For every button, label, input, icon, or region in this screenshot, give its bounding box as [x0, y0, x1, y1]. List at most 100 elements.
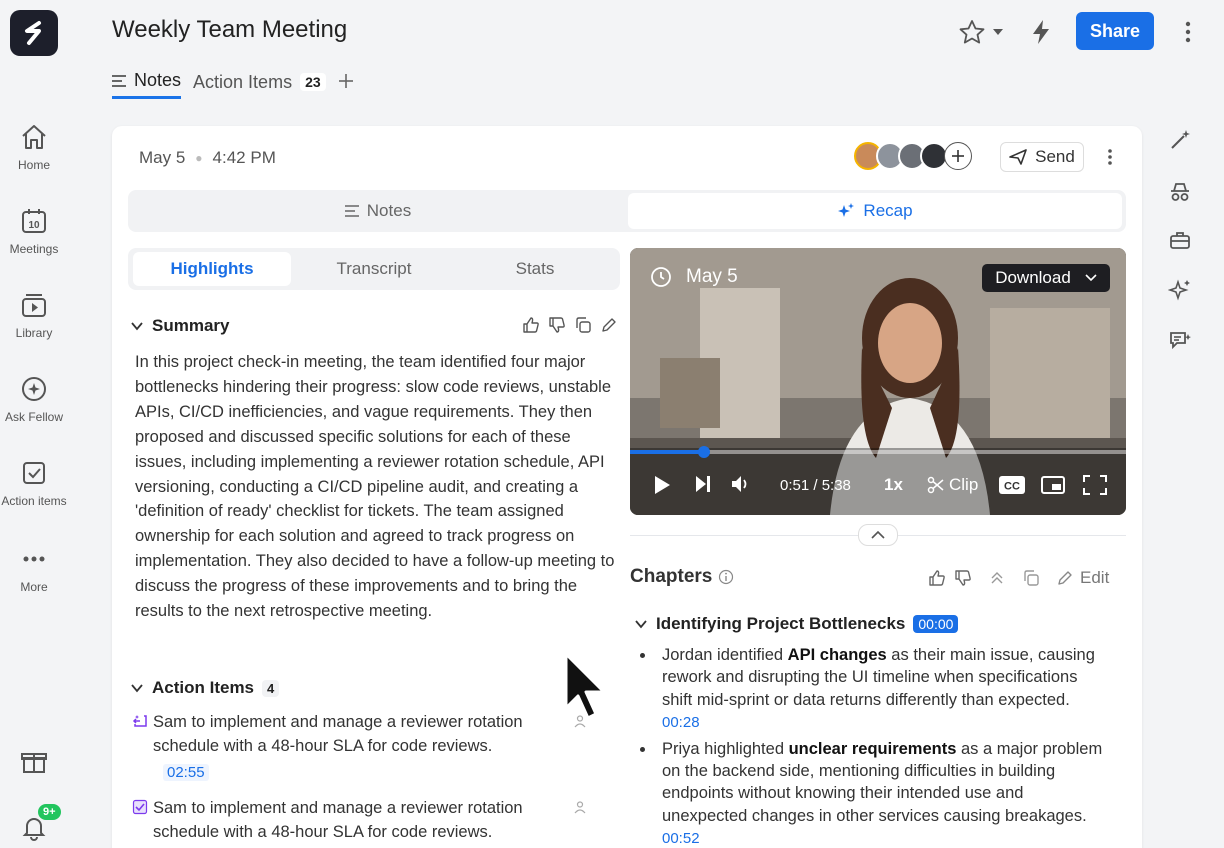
subtab-stats[interactable]: Stats — [456, 252, 614, 286]
thumbs-up-icon[interactable] — [522, 316, 540, 334]
segment-recap-label: Recap — [863, 201, 913, 220]
clip-label: Clip — [949, 475, 979, 494]
share-button[interactable]: Share — [1076, 12, 1154, 50]
subtab-transcript[interactable]: Transcript — [295, 252, 453, 286]
chevron-down-icon — [635, 620, 647, 629]
edit-chapters-button[interactable]: Edit — [1056, 568, 1109, 588]
video-progress-bar[interactable] — [630, 446, 1126, 458]
add-tab-button[interactable] — [338, 69, 354, 95]
captions-icon[interactable]: CC — [998, 474, 1026, 496]
edit-label: Edit — [1080, 568, 1110, 587]
download-label: Download — [995, 268, 1071, 287]
chapter-header[interactable]: Identifying Project Bottlenecks 00:00 — [634, 614, 959, 634]
clip-button[interactable]: Clip — [927, 475, 978, 495]
summary-header[interactable]: Summary — [130, 316, 229, 336]
incognito-icon[interactable] — [1168, 180, 1192, 204]
nav-home[interactable]: Home — [0, 122, 68, 172]
assignee-icon[interactable] — [573, 800, 587, 814]
bullet-highlight: unclear requirements — [788, 739, 957, 758]
chapters-tools: Edit — [928, 568, 1109, 588]
app-logo[interactable] — [10, 10, 58, 56]
briefcase-icon[interactable] — [1168, 228, 1192, 252]
video-controls: 0:51 / 5:38 1x Clip CC — [630, 470, 1126, 504]
lightning-icon[interactable] — [1030, 18, 1052, 46]
pencil-icon[interactable] — [600, 316, 618, 334]
bullet-highlight: API changes — [787, 646, 887, 664]
kebab-menu-icon[interactable] — [1182, 20, 1194, 44]
chevron-down-icon — [1085, 274, 1097, 282]
plus-icon — [952, 150, 964, 162]
nav-action-items[interactable]: Action items — [0, 458, 68, 508]
tab-action-items[interactable]: Action Items 23 — [193, 65, 326, 99]
subtab-highlights[interactable]: Highlights — [133, 252, 291, 286]
action-item[interactable]: Sam to implement and manage a reviewer r… — [132, 796, 586, 844]
chapters-title: Chapters — [630, 566, 713, 587]
download-button[interactable]: Download — [982, 264, 1110, 292]
copy-icon[interactable] — [574, 316, 592, 334]
playback-speed[interactable]: 1x — [884, 475, 903, 495]
picture-in-picture-icon[interactable] — [1040, 474, 1066, 496]
video-date-label: May 5 — [686, 266, 738, 287]
skip-next-icon[interactable] — [694, 474, 712, 494]
segment-recap[interactable]: Recap — [628, 193, 1122, 229]
captions-label: CC — [1004, 481, 1020, 493]
bullet-text: Jordan identified — [662, 646, 788, 664]
thumbs-down-icon[interactable] — [954, 569, 972, 587]
card-menu-icon[interactable] — [1106, 148, 1114, 166]
send-icon — [1009, 149, 1027, 165]
sparkles-icon[interactable] — [1168, 278, 1192, 302]
checkbox-icon — [23, 462, 45, 484]
segment-notes[interactable]: Notes — [131, 193, 625, 229]
nav-meetings[interactable]: 10 Meetings — [0, 206, 68, 256]
add-to-list-icon[interactable] — [132, 713, 148, 729]
star-dropdown-icon[interactable] — [992, 28, 1004, 36]
video-date: May 5 — [650, 266, 738, 288]
star-icon[interactable] — [958, 19, 986, 45]
info-icon[interactable] — [718, 569, 734, 585]
notification-badge: 9+ — [38, 804, 61, 820]
add-participant-button[interactable] — [944, 142, 972, 170]
view-segment: Notes Recap — [128, 190, 1126, 232]
chat-sparkle-icon[interactable] — [1168, 328, 1192, 352]
action-item[interactable]: Sam to implement and manage a reviewer r… — [132, 710, 586, 785]
nav-ask-fellow[interactable]: Ask Fellow — [0, 374, 68, 424]
video-player[interactable]: May 5 Download 0:51 / 5:38 1x Clip CC — [630, 248, 1126, 515]
home-icon — [22, 125, 46, 149]
action-items-header[interactable]: Action Items 4 — [130, 678, 280, 698]
nav-more-label: More — [20, 580, 48, 594]
volume-icon[interactable] — [730, 474, 752, 494]
tab-notes[interactable]: Notes — [112, 65, 182, 99]
separator-dot: ● — [195, 151, 203, 165]
segment-notes-label: Notes — [366, 201, 412, 220]
magic-wand-icon[interactable] — [1168, 128, 1192, 152]
send-button[interactable]: Send — [1000, 142, 1084, 172]
lines-icon — [112, 74, 126, 87]
collapse-video-button[interactable] — [858, 524, 898, 546]
fullscreen-icon[interactable] — [1082, 474, 1108, 496]
bullet-text: Priya highlighted — [662, 739, 789, 758]
nav-library[interactable]: Library — [0, 290, 68, 340]
chapters-header: Chapters — [630, 566, 734, 588]
svg-text:10: 10 — [28, 220, 40, 231]
participants-avatars[interactable] — [854, 142, 972, 170]
nav-action-items-label: Action items — [1, 494, 67, 508]
thumbs-up-icon[interactable] — [928, 569, 946, 587]
chapter-timestamp[interactable]: 00:00 — [913, 615, 959, 633]
tab-action-items-label: Action Items — [193, 71, 293, 92]
nav-ask-fellow-label: Ask Fellow — [4, 410, 63, 424]
copy-icon[interactable] — [1022, 569, 1040, 587]
thumbs-down-icon[interactable] — [548, 316, 566, 334]
gift-button[interactable] — [0, 746, 68, 776]
bullet-timestamp[interactable]: 00:52 — [662, 830, 700, 847]
summary-text: In this project check-in meeting, the te… — [135, 353, 615, 621]
collapse-all-icon[interactable] — [988, 569, 1006, 587]
checked-checkbox-icon[interactable] — [132, 799, 148, 815]
bullet-timestamp[interactable]: 00:28 — [662, 714, 700, 731]
logo-icon — [25, 21, 41, 45]
action-item-text: Sam to implement and manage a reviewer r… — [153, 713, 523, 755]
action-item-timestamp[interactable]: 02:55 — [163, 764, 209, 781]
nav-more[interactable]: More — [0, 544, 68, 594]
summary-tools — [522, 316, 618, 334]
chevron-down-icon — [131, 684, 143, 693]
play-icon[interactable] — [652, 474, 672, 496]
